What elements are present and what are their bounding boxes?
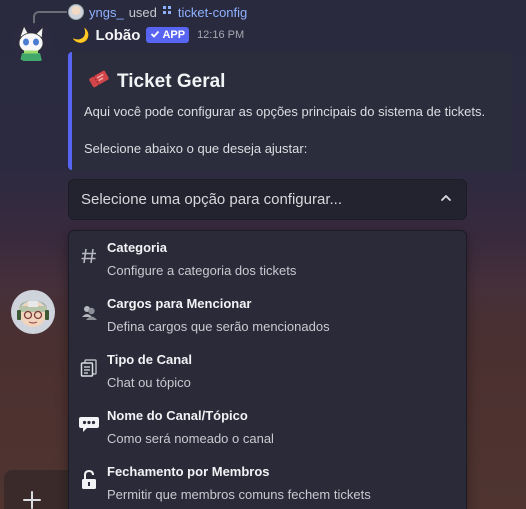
app-badge: APP <box>146 27 190 43</box>
embed-title-text: Ticket Geral <box>117 71 226 92</box>
user-avatar[interactable] <box>11 290 55 334</box>
command-name[interactable]: ticket-config <box>178 5 247 20</box>
option-description: Configure a categoria dos tickets <box>107 263 297 278</box>
config-select-menu[interactable]: Selecione uma opção para configurar... <box>68 179 467 220</box>
option-description: Como será nomeado o canal <box>107 431 274 446</box>
embed-description-2: Selecione abaixo o que deseja ajustar: <box>84 141 308 156</box>
documents-icon <box>78 357 100 379</box>
app-badge-label: APP <box>162 29 186 41</box>
slash-command-icon <box>162 5 173 19</box>
bot-avatar[interactable] <box>12 23 52 63</box>
option-label: Tipo de Canal <box>107 352 192 367</box>
bot-name[interactable]: Lobão <box>95 27 140 44</box>
check-icon <box>150 29 160 42</box>
timestamp[interactable]: 12:16 PM <box>197 29 244 41</box>
option-description: Permitir que membros comuns fechem ticke… <box>107 487 371 502</box>
option-categoria[interactable]: Categoria Configure a categoria dos tick… <box>69 231 466 287</box>
embed-card: Ticket Geral Aqui você pode configurar a… <box>68 52 512 170</box>
select-dropdown-list: Categoria Configure a categoria dos tick… <box>68 230 467 509</box>
message-header: 🌙 Lobão APP 12:16 PM <box>72 25 244 45</box>
chevron-up-icon[interactable] <box>438 190 454 211</box>
option-label: Fechamento por Membros <box>107 464 270 479</box>
embed-description-1: Aqui você pode configurar as opções prin… <box>84 104 486 119</box>
replied-user-avatar[interactable] <box>68 4 84 20</box>
reply-connector <box>33 11 67 25</box>
users-icon <box>78 301 100 323</box>
option-description: Chat ou tópico <box>107 375 191 390</box>
reply-reference[interactable]: yngs_ used ticket-config <box>68 3 247 21</box>
used-text: used <box>128 4 157 20</box>
option-label: Nome do Canal/Tópico <box>107 408 248 423</box>
lock-icon <box>78 469 100 491</box>
option-fechamento[interactable]: Fechamento por Membros Permitir que memb… <box>69 455 466 509</box>
speech-bubble-icon <box>78 413 100 435</box>
select-placeholder: Selecione uma opção para configurar... <box>81 191 342 208</box>
moon-emoji: 🌙 <box>72 26 90 43</box>
ticket-icon <box>88 69 110 95</box>
option-cargos[interactable]: Cargos para Mencionar Defina cargos que … <box>69 287 466 343</box>
option-description: Defina cargos que serão mencionados <box>107 319 330 334</box>
embed-title: Ticket Geral <box>88 69 225 95</box>
hash-icon <box>78 245 100 267</box>
replied-username[interactable]: yngs_ <box>89 5 124 20</box>
option-nome-canal[interactable]: Nome do Canal/Tópico Como será nomeado o… <box>69 399 466 455</box>
option-label: Categoria <box>107 240 167 255</box>
plus-icon[interactable] <box>19 487 45 509</box>
option-tipo-canal[interactable]: Tipo de Canal Chat ou tópico <box>69 343 466 399</box>
option-label: Cargos para Mencionar <box>107 296 252 311</box>
